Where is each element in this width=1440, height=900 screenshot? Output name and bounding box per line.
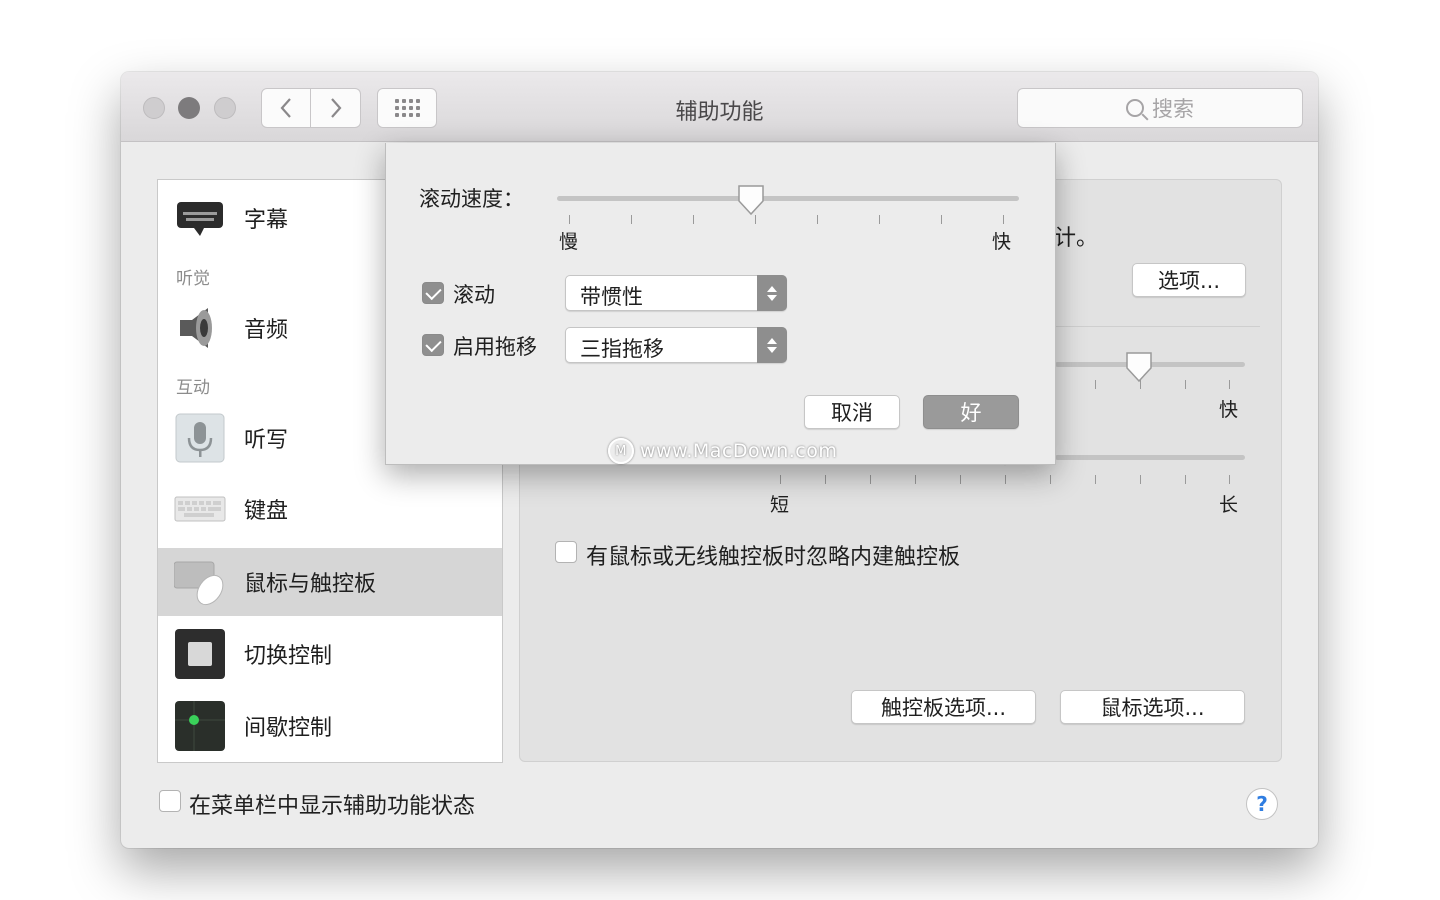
slow-label: 慢 — [559, 231, 579, 253]
mouse-options-button[interactable]: 鼠标选项... — [1060, 690, 1245, 724]
scroll-speed-label: 滚动速度： — [419, 187, 524, 211]
macdown-logo-icon: M — [608, 438, 634, 464]
section-interaction: 互动 — [176, 378, 210, 398]
sidebar-item-label: 听写 — [244, 428, 289, 453]
mouse-trackpad-icon — [174, 561, 224, 606]
watermark-text: www.MacDown.com — [640, 440, 838, 462]
scrolling-value: 带惯性 — [580, 285, 643, 309]
enable-dragging-label: 启用拖移 — [453, 335, 537, 359]
dragging-popup[interactable]: 三指拖移 — [565, 327, 787, 363]
tick — [1229, 475, 1230, 484]
spring-loading-delay-track[interactable] — [1055, 455, 1245, 460]
tick — [631, 215, 632, 224]
sidebar-item-label: 键盘 — [244, 499, 289, 524]
scrolling-label: 滚动 — [453, 283, 495, 307]
dwell-control-icon — [175, 701, 225, 751]
tick — [960, 475, 961, 484]
tick — [1140, 475, 1141, 484]
trackpad-options-button[interactable]: 触控板选项... — [851, 690, 1036, 724]
tick — [1005, 475, 1006, 484]
ignore-builtin-trackpad-label: 有鼠标或无线触控板时忽略内建触控板 — [586, 545, 961, 570]
sidebar-item-mouse-trackpad[interactable]: 鼠标与触控板 — [158, 548, 502, 616]
sidebar-item-label: 鼠标与触控板 — [244, 572, 377, 597]
fast-label: 快 — [1219, 399, 1239, 421]
tick — [825, 475, 826, 484]
tick — [817, 215, 818, 224]
enable-dragging-checkbox[interactable] — [422, 334, 444, 356]
long-label: 长 — [1219, 494, 1239, 516]
watermark: M www.MacDown.com — [608, 438, 837, 464]
tick — [780, 475, 781, 484]
fast-label: 快 — [992, 231, 1012, 253]
speaker-icon — [180, 308, 212, 348]
ok-button[interactable]: 好 — [923, 395, 1019, 429]
captions-icon — [177, 202, 223, 236]
dragging-value: 三指拖移 — [580, 337, 664, 361]
scroll-speed-track[interactable] — [557, 196, 1019, 201]
scroll-speed-knob[interactable] — [736, 183, 766, 217]
tick — [879, 215, 880, 224]
tick — [915, 475, 916, 484]
tick — [1185, 475, 1186, 484]
switch-control-icon — [175, 629, 225, 679]
options-button[interactable]: 选项... — [1132, 263, 1246, 297]
double-click-speed-knob[interactable] — [1124, 350, 1154, 384]
sidebar-item-dwell-control[interactable]: 间歇控制 — [158, 692, 502, 760]
show-status-in-menu-bar-checkbox[interactable] — [159, 790, 181, 812]
tick — [693, 215, 694, 224]
keyboard-icon — [174, 496, 226, 522]
tick — [569, 215, 570, 224]
up-down-arrows-icon — [757, 275, 787, 311]
tick — [1050, 475, 1051, 484]
tick — [1095, 380, 1096, 389]
up-down-arrows-icon — [757, 327, 787, 363]
sidebar-item-keyboard[interactable]: 键盘 — [158, 475, 502, 543]
divider — [1050, 326, 1260, 327]
help-button[interactable]: ? — [1246, 788, 1278, 820]
title-bar: 辅助功能 搜索 — [121, 72, 1318, 142]
search-icon — [1126, 99, 1144, 117]
section-hearing: 听觉 — [176, 269, 210, 289]
sidebar-item-label: 音频 — [244, 318, 289, 343]
microphone-icon — [175, 413, 225, 463]
tick — [870, 475, 871, 484]
tick — [1229, 380, 1230, 389]
tick — [1185, 380, 1186, 389]
tick — [1095, 475, 1096, 484]
cancel-button[interactable]: 取消 — [804, 395, 900, 429]
sidebar-item-label: 字幕 — [244, 208, 289, 233]
show-status-in-menu-bar-label: 在菜单栏中显示辅助功能状态 — [189, 794, 476, 819]
scrolling-checkbox[interactable] — [422, 282, 444, 304]
sidebar-item-label: 切换控制 — [244, 644, 333, 669]
tick — [1003, 215, 1004, 224]
sidebar-item-label: 间歇控制 — [244, 716, 333, 741]
short-label: 短 — [770, 494, 790, 516]
tick — [941, 215, 942, 224]
sidebar-item-switch-control[interactable]: 切换控制 — [158, 620, 502, 688]
search-placeholder: 搜索 — [1152, 97, 1194, 121]
search-field[interactable]: 搜索 — [1017, 88, 1303, 128]
description-text: 计。 — [1054, 226, 1099, 251]
scroll-options-sheet: 滚动速度： 慢 快 滚动 带惯性 启用拖移 三指拖移 取消 好 — [385, 143, 1056, 465]
scrolling-popup[interactable]: 带惯性 — [565, 275, 787, 311]
ignore-builtin-trackpad-checkbox[interactable] — [555, 541, 577, 563]
